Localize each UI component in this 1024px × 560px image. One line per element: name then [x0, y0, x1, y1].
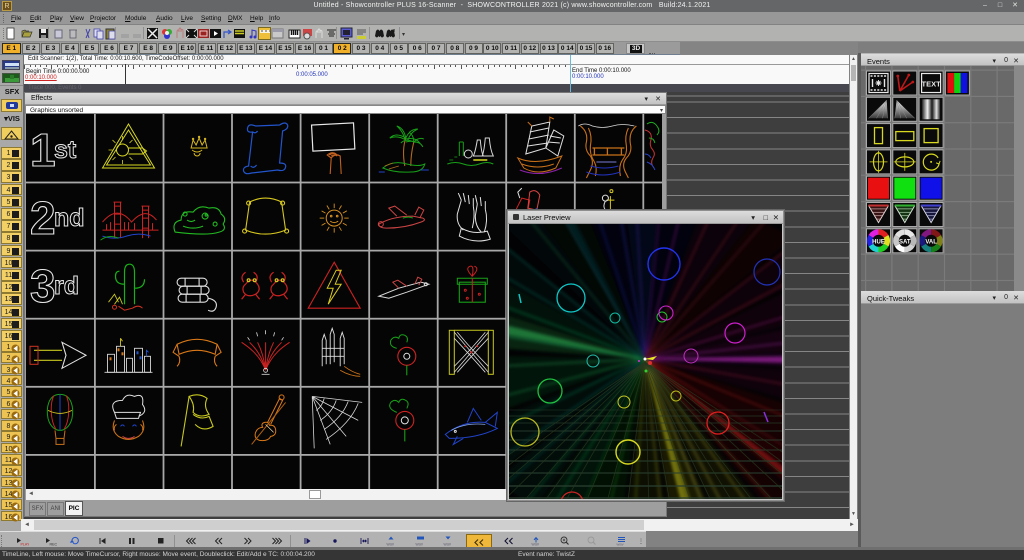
svg-text:TEXT: TEXT: [922, 80, 942, 89]
svg-text:wav: wav: [617, 542, 624, 547]
svg-text:rd: rd: [54, 272, 79, 300]
svg-text:wav: wav: [532, 542, 540, 547]
svg-text:SAT: SAT: [899, 239, 911, 245]
svg-text:1: 1: [30, 124, 56, 176]
svg-text:HUE: HUE: [872, 239, 885, 245]
svg-text:wav: wav: [444, 542, 452, 547]
svg-text:wav: wav: [387, 542, 395, 547]
svg-text:nd: nd: [54, 204, 85, 232]
svg-text:wav: wav: [416, 542, 424, 547]
svg-text:REC: REC: [50, 543, 58, 547]
svg-text:2: 2: [30, 192, 56, 244]
svg-text:st: st: [54, 136, 77, 164]
svg-text:PLAY: PLAY: [21, 543, 30, 547]
svg-text:3: 3: [30, 260, 56, 312]
svg-text:VAL: VAL: [925, 239, 937, 245]
